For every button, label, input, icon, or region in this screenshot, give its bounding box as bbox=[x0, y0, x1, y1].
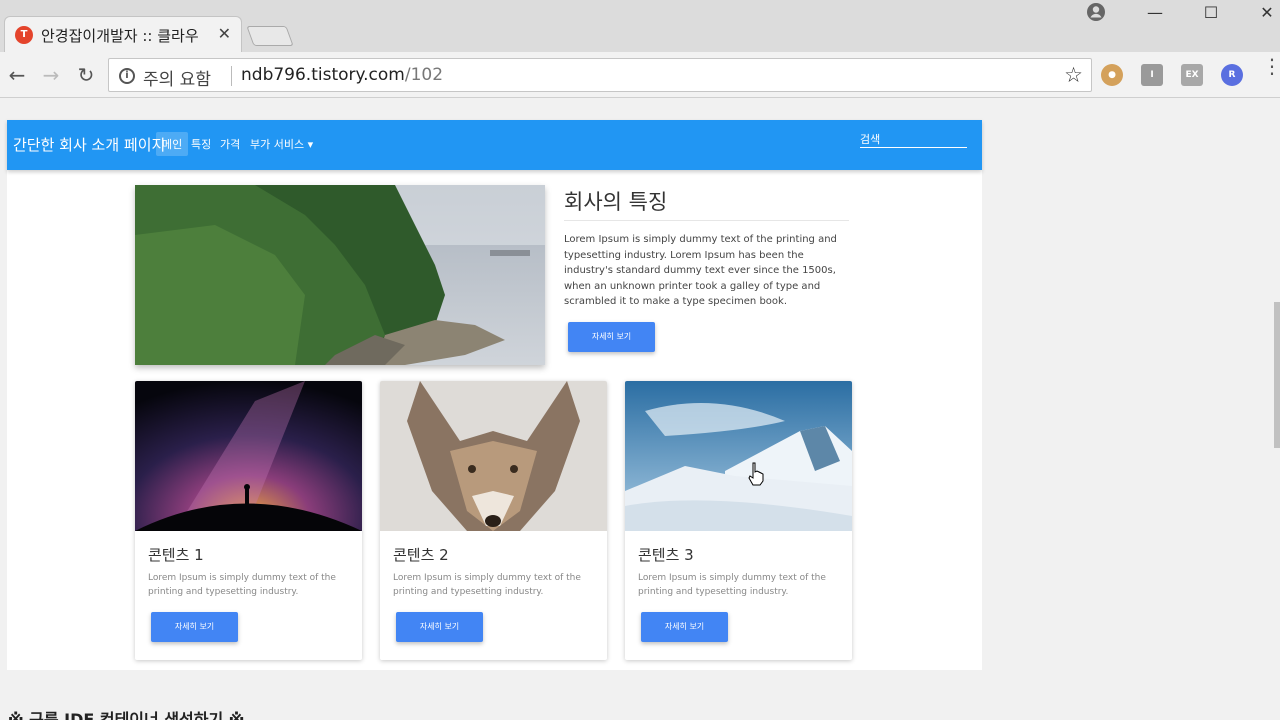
close-tab-icon[interactable]: ✕ bbox=[218, 24, 231, 43]
page-viewport: 간단한 회사 소개 페이지 메인 특징 가격 부가 서비스 ▾ 검색 회사의 특… bbox=[0, 98, 1280, 720]
url-path: /102 bbox=[404, 65, 444, 85]
new-tab-button[interactable] bbox=[246, 26, 294, 46]
card-text: Lorem Ipsum is simply dummy text of the … bbox=[148, 573, 336, 597]
tab-strip: T 안경잡이개발자 :: 클라우 ✕ — ☐ ✕ bbox=[0, 0, 1280, 52]
maximize-icon[interactable]: ☐ bbox=[1183, 0, 1239, 26]
site-brand[interactable]: 간단한 회사 소개 페이지 bbox=[13, 134, 165, 155]
search-field[interactable] bbox=[860, 128, 967, 150]
card-title: 콘텐츠 2 bbox=[393, 546, 449, 564]
ext-r-icon[interactable]: R bbox=[1221, 64, 1243, 86]
browser-menu-icon[interactable]: ⋮ bbox=[1262, 56, 1280, 76]
nav-item-main[interactable]: 메인 bbox=[156, 132, 189, 156]
nav-item-pricing[interactable]: 가격 bbox=[220, 136, 240, 152]
feature-details-button[interactable]: 자세히 보기 bbox=[568, 322, 655, 352]
demo-page: 간단한 회사 소개 페이지 메인 특징 가격 부가 서비스 ▾ 검색 회사의 특… bbox=[7, 120, 982, 670]
nav-item-features[interactable]: 특징 bbox=[191, 136, 211, 152]
nav-item-extra-services[interactable]: 부가 서비스 ▾ bbox=[250, 136, 313, 152]
minimize-icon[interactable]: — bbox=[1127, 0, 1183, 26]
coyote-image bbox=[380, 381, 607, 531]
page-scrollbar[interactable] bbox=[1272, 98, 1280, 720]
dropdown-caret-icon: ▾ bbox=[304, 138, 314, 151]
card-title: 콘텐츠 3 bbox=[638, 546, 694, 564]
window-close-icon[interactable]: ✕ bbox=[1239, 0, 1280, 26]
scrollbar-thumb[interactable] bbox=[1274, 302, 1280, 448]
tistory-favicon-icon: T bbox=[15, 26, 33, 44]
tab-title: 안경잡이개발자 :: 클라우 bbox=[41, 27, 199, 45]
address-bar[interactable]: i 주의 요함 ndb796.tistory.com/102 ☆ bbox=[108, 58, 1092, 92]
back-arrow-icon[interactable]: ← bbox=[4, 62, 30, 88]
feature-title: 회사의 특징 bbox=[564, 190, 668, 214]
user-profile-icon[interactable] bbox=[1086, 2, 1106, 22]
browser-tab[interactable]: T 안경잡이개발자 :: 클라우 ✕ bbox=[4, 16, 242, 52]
search-input[interactable] bbox=[860, 129, 967, 150]
security-label[interactable]: 주의 요함 bbox=[143, 65, 211, 90]
nav-item-extra-services-label: 부가 서비스 bbox=[250, 138, 305, 151]
feature-text: Lorem Ipsum is simply dummy text of the … bbox=[564, 234, 837, 307]
card-details-button[interactable]: 자세히 보기 bbox=[641, 612, 728, 642]
card-details-button[interactable]: 자세히 보기 bbox=[151, 612, 238, 642]
snowy-mountain-image bbox=[625, 381, 852, 531]
hand-cursor-icon bbox=[748, 462, 764, 486]
card-title: 콘텐츠 1 bbox=[148, 546, 204, 564]
cookie-extension-icon[interactable]: ● bbox=[1101, 64, 1123, 86]
forward-arrow-icon[interactable]: → bbox=[38, 62, 64, 88]
browser-toolbar: ← → ↻ i 주의 요함 ndb796.tistory.com/102 ☆ ●… bbox=[0, 52, 1280, 98]
site-navbar: 간단한 회사 소개 페이지 메인 특징 가격 부가 서비스 ▾ bbox=[7, 120, 982, 170]
url-host: ndb796.tistory.com bbox=[241, 65, 405, 85]
ext-ex-icon[interactable]: EX bbox=[1181, 64, 1203, 86]
galaxy-night-image bbox=[135, 381, 362, 531]
card-details-button[interactable]: 자세히 보기 bbox=[396, 612, 483, 642]
reload-icon[interactable]: ↻ bbox=[73, 62, 99, 88]
bookmark-star-icon[interactable]: ☆ bbox=[1064, 63, 1083, 87]
section-heading: ※ 구름 IDE 컨테이너 생성하기 ※ bbox=[8, 710, 245, 720]
content-card-3: 콘텐츠 3 Lorem Ipsum is simply dummy text o… bbox=[625, 381, 852, 660]
card-text: Lorem Ipsum is simply dummy text of the … bbox=[638, 573, 826, 597]
url-text[interactable]: ndb796.tistory.com/102 bbox=[241, 65, 443, 85]
content-card-1: 콘텐츠 1 Lorem Ipsum is simply dummy text o… bbox=[135, 381, 362, 660]
address-divider bbox=[231, 66, 232, 86]
feature-divider bbox=[564, 220, 849, 221]
info-icon[interactable]: i bbox=[119, 68, 135, 84]
ext-i-icon[interactable]: I bbox=[1141, 64, 1163, 86]
content-card-2: 콘텐츠 2 Lorem Ipsum is simply dummy text o… bbox=[380, 381, 607, 660]
card-text: Lorem Ipsum is simply dummy text of the … bbox=[393, 573, 581, 597]
hero-landscape-image bbox=[135, 185, 545, 365]
